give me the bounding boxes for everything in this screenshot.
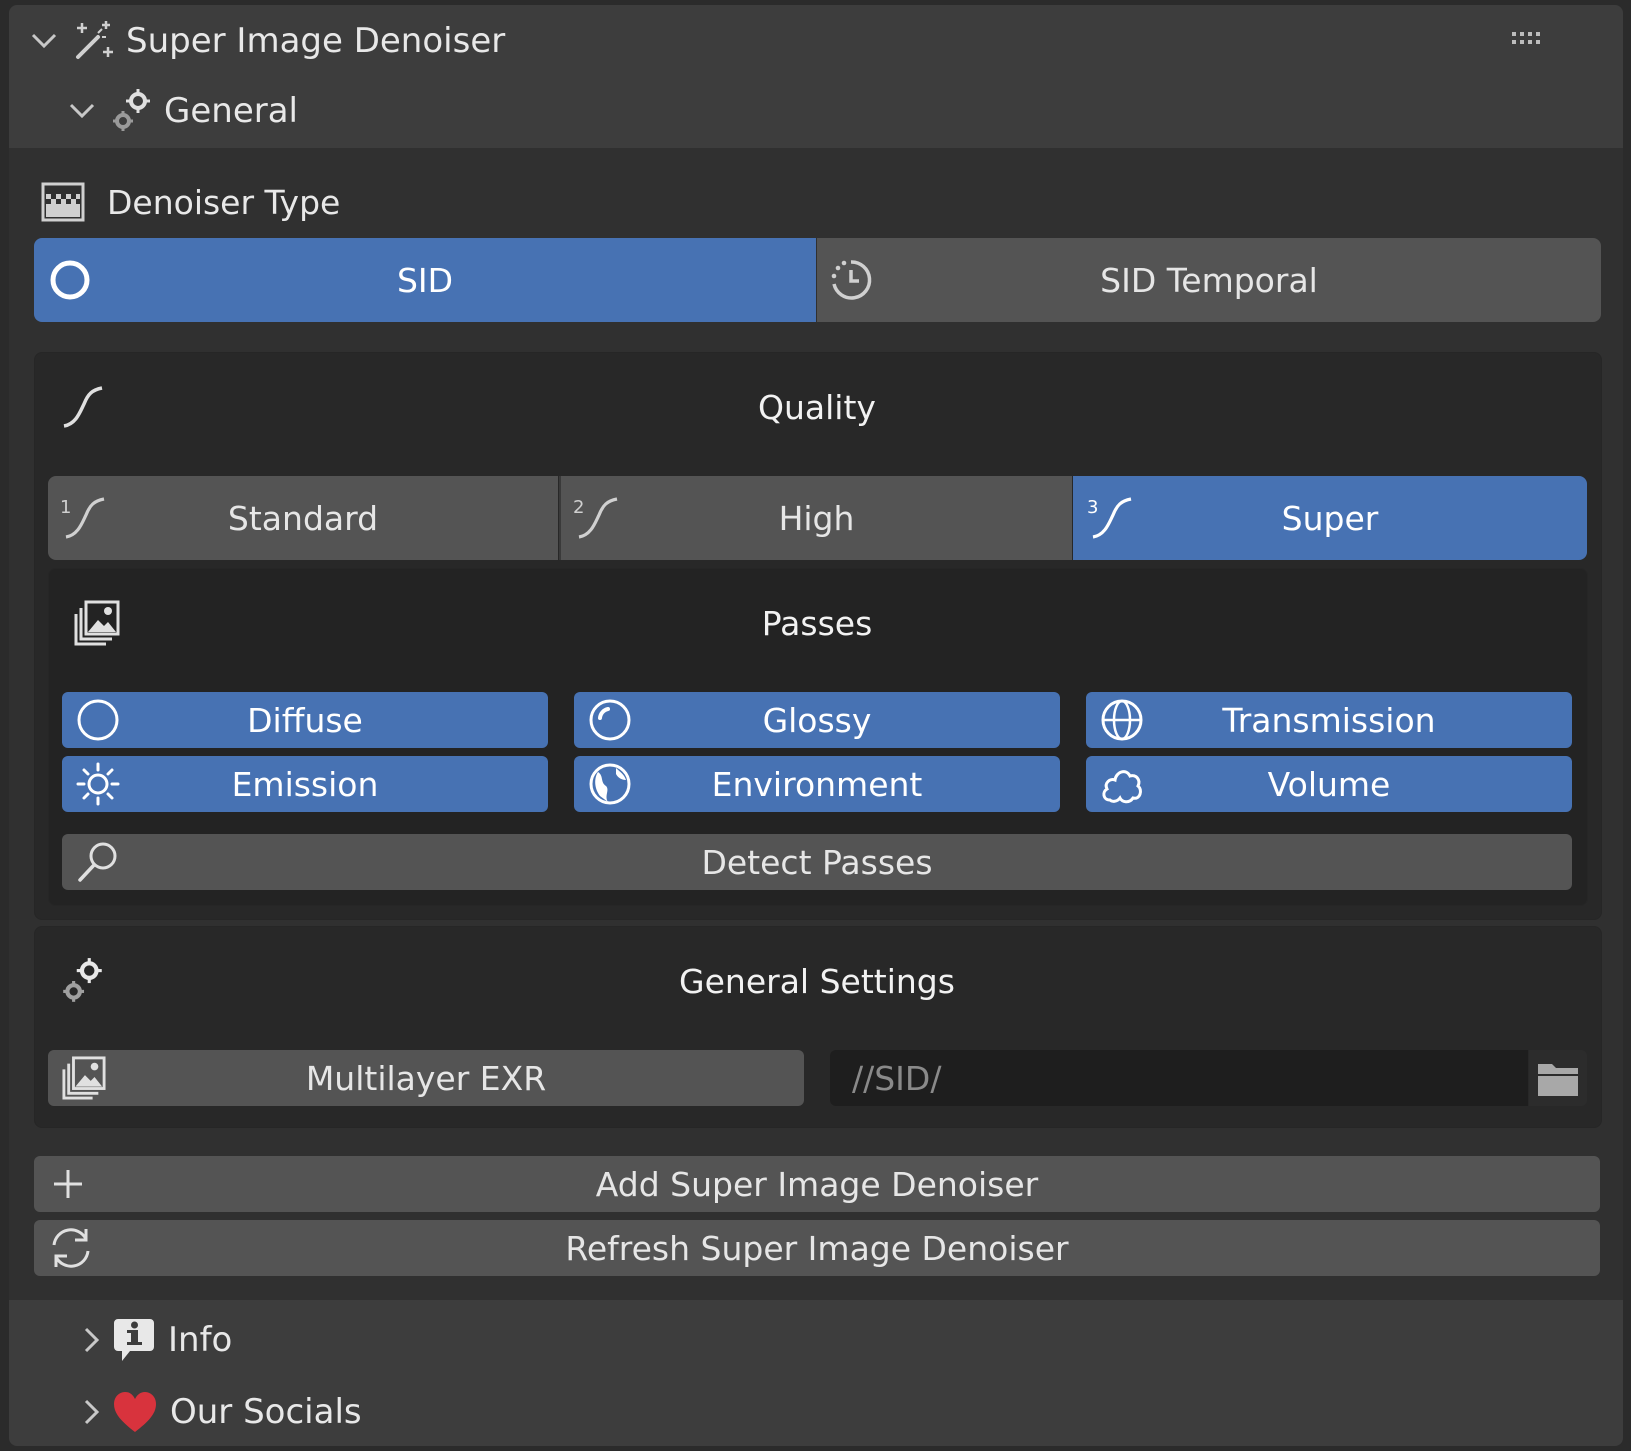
glossy-sphere-icon bbox=[588, 698, 632, 742]
pass-volume-label: Volume bbox=[1267, 764, 1391, 804]
drag-handle-icon[interactable] bbox=[1512, 30, 1546, 46]
denoiser-sid-temporal-label: SID Temporal bbox=[1100, 260, 1318, 300]
quality-standard-option[interactable]: 1 Standard bbox=[48, 476, 558, 560]
pass-diffuse-toggle[interactable]: Diffuse bbox=[62, 692, 548, 748]
circle-icon bbox=[48, 258, 92, 302]
magic-wand-icon bbox=[72, 19, 116, 63]
quality-high-option[interactable]: 2 High bbox=[559, 476, 1072, 560]
checker-image-icon bbox=[41, 180, 85, 224]
denoiser-sid-option[interactable]: SID bbox=[34, 238, 816, 322]
circle-icon bbox=[76, 698, 120, 742]
quality-super-option[interactable]: 3 Super bbox=[1073, 476, 1587, 560]
quality-curve-1-icon: 1 bbox=[58, 495, 108, 541]
denoiser-sid-temporal-option[interactable]: SID Temporal bbox=[817, 238, 1601, 322]
quality-high-label: High bbox=[778, 498, 855, 538]
output-path-input[interactable]: //SID/ bbox=[830, 1050, 1528, 1106]
denoiser-type-label-row: Denoiser Type bbox=[41, 178, 340, 226]
pass-glossy-label: Glossy bbox=[762, 700, 872, 740]
detect-passes-label: Detect Passes bbox=[701, 842, 933, 882]
general-settings-title: General Settings bbox=[679, 962, 955, 1001]
quality-super-label: Super bbox=[1281, 498, 1379, 538]
pass-transmission-label: Transmission bbox=[1222, 700, 1436, 740]
file-format-label: Multilayer EXR bbox=[305, 1058, 547, 1098]
pass-volume-toggle[interactable]: Volume bbox=[1086, 756, 1572, 812]
chevron-right-icon[interactable] bbox=[78, 1326, 106, 1354]
render-layers-icon bbox=[62, 1056, 106, 1100]
panel-title: Super Image Denoiser bbox=[126, 21, 506, 61]
output-path-value: //SID/ bbox=[852, 1058, 942, 1098]
quality-curve-3-icon: 3 bbox=[1085, 495, 1135, 541]
pass-emission-toggle[interactable]: Emission bbox=[62, 756, 548, 812]
gears-icon bbox=[110, 87, 154, 135]
info-icon bbox=[112, 1317, 156, 1363]
socials-panel-title: Our Socials bbox=[170, 1392, 362, 1432]
denoiser-type-label: Denoiser Type bbox=[107, 182, 341, 222]
chevron-right-icon[interactable] bbox=[78, 1398, 106, 1426]
add-denoiser-label: Add Super Image Denoiser bbox=[595, 1164, 1039, 1204]
sun-icon bbox=[76, 762, 120, 806]
heart-icon bbox=[112, 1390, 158, 1434]
file-format-dropdown[interactable]: Multilayer EXR bbox=[48, 1050, 804, 1106]
panel-header[interactable]: Super Image Denoiser bbox=[30, 18, 505, 64]
pass-transmission-toggle[interactable]: Transmission bbox=[1086, 692, 1572, 748]
subpanel-title: General bbox=[164, 91, 298, 131]
add-denoiser-button[interactable]: Add Super Image Denoiser bbox=[34, 1156, 1600, 1212]
subpanel-header-general[interactable]: General bbox=[68, 86, 298, 136]
time-icon bbox=[829, 258, 873, 302]
cloud-icon bbox=[1100, 762, 1144, 806]
refresh-denoiser-button[interactable]: Refresh Super Image Denoiser bbox=[34, 1220, 1600, 1276]
quality-title: Quality bbox=[758, 388, 876, 427]
pass-environment-label: Environment bbox=[711, 764, 923, 804]
search-icon bbox=[76, 840, 120, 884]
pass-diffuse-label: Diffuse bbox=[247, 700, 363, 740]
refresh-denoiser-label: Refresh Super Image Denoiser bbox=[565, 1228, 1069, 1268]
quality-curve-2-icon: 2 bbox=[571, 495, 621, 541]
info-panel-title: Info bbox=[168, 1320, 233, 1360]
refresh-icon bbox=[48, 1225, 94, 1271]
quality-num-3: 3 bbox=[1087, 497, 1098, 518]
quality-num-2: 2 bbox=[573, 497, 584, 518]
chevron-down-icon[interactable] bbox=[30, 27, 58, 55]
panel-header-info[interactable]: Info bbox=[78, 1314, 232, 1366]
chevron-down-icon[interactable] bbox=[68, 97, 96, 125]
quality-standard-label: Standard bbox=[227, 498, 379, 538]
browse-folder-button[interactable] bbox=[1529, 1050, 1587, 1106]
transmission-sphere-icon bbox=[1100, 698, 1144, 742]
pass-glossy-toggle[interactable]: Glossy bbox=[574, 692, 1060, 748]
folder-icon bbox=[1536, 1058, 1580, 1098]
quality-num-1: 1 bbox=[60, 497, 71, 518]
panel-header-socials[interactable]: Our Socials bbox=[78, 1386, 362, 1438]
world-icon bbox=[588, 762, 632, 806]
pass-environment-toggle[interactable]: Environment bbox=[574, 756, 1060, 812]
passes-title: Passes bbox=[761, 604, 873, 643]
denoiser-sid-label: SID bbox=[396, 260, 454, 300]
detect-passes-button[interactable]: Detect Passes bbox=[62, 834, 1572, 890]
plus-icon bbox=[48, 1164, 88, 1204]
pass-emission-label: Emission bbox=[231, 764, 379, 804]
